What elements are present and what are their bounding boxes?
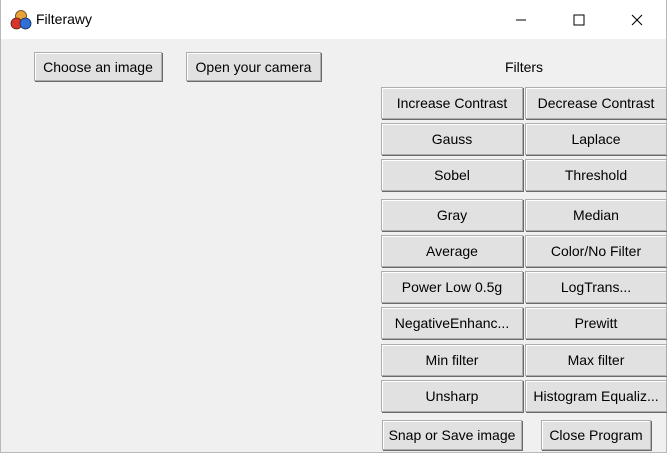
- filter-button-average[interactable]: Average: [381, 235, 523, 267]
- choose-image-button[interactable]: Choose an image: [34, 52, 162, 81]
- filter-button-max-filter[interactable]: Max filter: [525, 344, 667, 376]
- filter-button-power-low-0-5g[interactable]: Power Low 0.5g: [381, 271, 523, 303]
- filterawy-app-icon: [10, 10, 32, 30]
- filter-button-prewitt[interactable]: Prewitt: [525, 307, 667, 339]
- close-button[interactable]: [608, 0, 666, 39]
- filter-button-threshold[interactable]: Threshold: [525, 159, 667, 191]
- filter-button-decrease-contrast[interactable]: Decrease Contrast: [525, 87, 667, 119]
- filter-button-gray[interactable]: Gray: [381, 199, 523, 231]
- maximize-button[interactable]: [550, 0, 608, 39]
- filters-heading: Filters: [504, 59, 544, 75]
- snap-save-button[interactable]: Snap or Save image: [382, 420, 522, 450]
- filter-button-min-filter[interactable]: Min filter: [381, 344, 523, 376]
- client-area: Choose an image Open your camera Filters…: [1, 39, 667, 452]
- app-window: Filterawy Choose an image Open your came…: [0, 0, 667, 453]
- filter-button-negativeenhanc[interactable]: NegativeEnhanc...: [381, 307, 523, 339]
- filter-button-color-no-filter[interactable]: Color/No Filter: [525, 235, 667, 267]
- minimize-icon: [516, 19, 526, 20]
- filter-button-gauss[interactable]: Gauss: [381, 123, 523, 155]
- filter-button-sobel[interactable]: Sobel: [381, 159, 523, 191]
- close-icon: [631, 14, 643, 25]
- window-title: Filterawy: [36, 11, 93, 27]
- filter-button-increase-contrast[interactable]: Increase Contrast: [381, 87, 523, 119]
- filter-button-median[interactable]: Median: [525, 199, 667, 231]
- title-bar[interactable]: Filterawy: [1, 0, 666, 39]
- open-camera-button[interactable]: Open your camera: [186, 52, 321, 81]
- minimize-button[interactable]: [492, 0, 550, 39]
- filter-button-logtrans[interactable]: LogTrans...: [525, 271, 667, 303]
- maximize-icon: [573, 14, 585, 25]
- close-program-button[interactable]: Close Program: [541, 420, 651, 450]
- filter-button-histogram-equaliz[interactable]: Histogram Equaliz...: [525, 380, 667, 412]
- filter-button-laplace[interactable]: Laplace: [525, 123, 667, 155]
- filter-button-unsharp[interactable]: Unsharp: [381, 380, 523, 412]
